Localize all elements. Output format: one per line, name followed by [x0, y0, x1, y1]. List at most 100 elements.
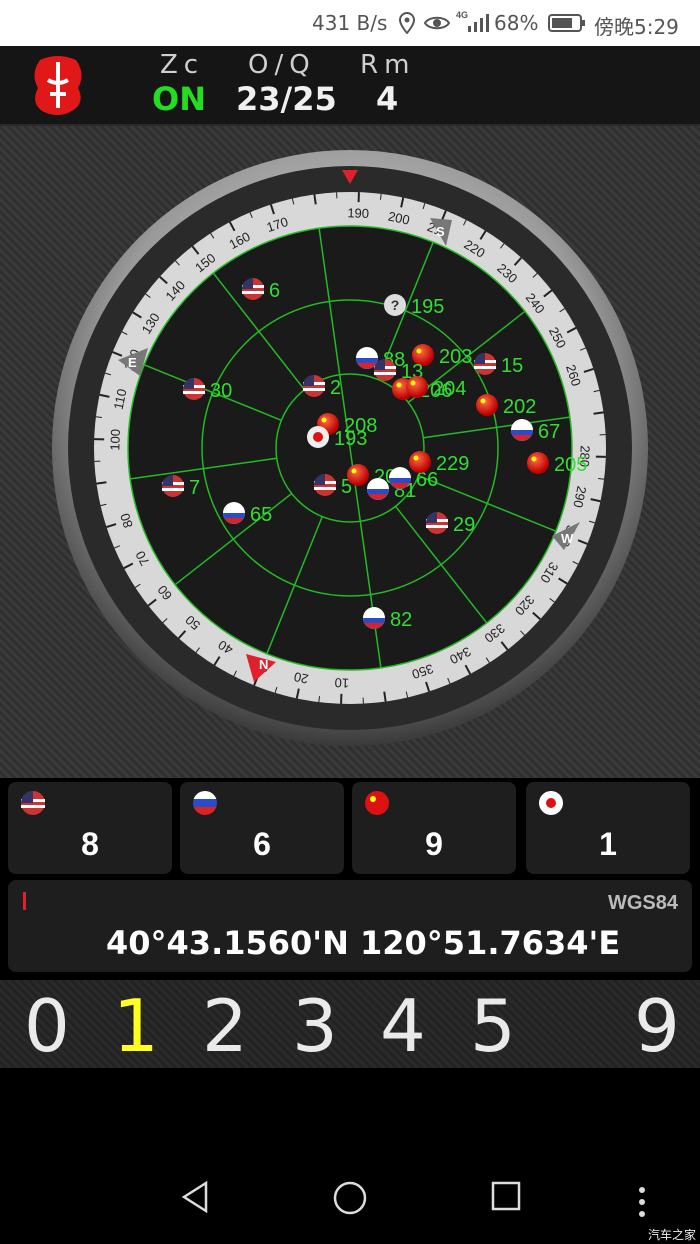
- satellite-label: 15: [501, 355, 523, 377]
- satellite-label: 202: [503, 396, 536, 418]
- rm-label: Rm: [360, 50, 416, 80]
- satellite-193[interactable]: 193: [307, 426, 367, 450]
- china-flag-icon: [527, 452, 549, 474]
- west-label: W: [561, 531, 574, 546]
- more-options-icon[interactable]: [636, 1186, 648, 1222]
- satellite-label: 67: [538, 421, 560, 443]
- location-icon: [398, 12, 416, 34]
- russia-flag-icon: [223, 502, 245, 524]
- rm-value: 4: [376, 80, 399, 118]
- russia-flag-icon: [193, 791, 217, 815]
- status-bar: 431 B/s 4G 68% 傍晚5:29: [0, 0, 700, 46]
- satellite-label: 29: [453, 514, 475, 536]
- russia-flag-icon: [367, 478, 389, 500]
- china-flag-icon: [476, 394, 498, 416]
- home-icon[interactable]: [332, 1180, 368, 1216]
- degree-label: 10: [334, 675, 349, 690]
- usa-flag-icon: [183, 378, 205, 400]
- usa-flag-icon: [303, 375, 325, 397]
- digit-bar: 0 1 2 3 4 5 9: [0, 980, 700, 1068]
- satellite-label: 30: [210, 380, 232, 402]
- satellite-label: 2: [330, 377, 341, 399]
- qzss-count: 1: [599, 826, 617, 862]
- glonass-count: 6: [253, 826, 271, 862]
- usa-flag-icon: [426, 512, 448, 534]
- russia-flag-icon: [389, 467, 411, 489]
- usa-flag-icon: [242, 278, 264, 300]
- degree-label: 20: [292, 669, 309, 687]
- russia-flag-icon: [356, 347, 378, 369]
- beidou-count-card[interactable]: 9: [352, 782, 516, 874]
- usa-flag-icon: [374, 359, 396, 381]
- satellite-label: 7: [189, 477, 200, 499]
- degree-label: 190: [347, 205, 369, 221]
- clock: 傍晚5:29: [594, 15, 679, 39]
- app-header: Zc ON O/Q 23/25 Rm 4: [0, 46, 700, 126]
- satellite-label: 82: [390, 609, 412, 631]
- china-flag-icon: [347, 464, 369, 486]
- digit-2: 2: [202, 984, 248, 1068]
- battery-percent: 68%: [494, 11, 539, 35]
- satellite-label: 6: [269, 280, 280, 302]
- degree-tick: [313, 194, 317, 205]
- recents-icon[interactable]: [490, 1180, 522, 1212]
- latitude: 40°43.1560'N: [106, 924, 349, 962]
- datum-label: WGS84: [607, 892, 678, 914]
- satellite-label: 195: [411, 296, 444, 318]
- satellite-label: 205: [554, 454, 587, 476]
- digit-0: 0: [24, 984, 70, 1068]
- satellite-label: 229: [436, 453, 469, 475]
- network-speed: 431 B/s: [312, 11, 388, 35]
- digit-1: 1: [113, 984, 159, 1068]
- app-logo-icon[interactable]: [30, 54, 86, 116]
- accuracy-indicator-icon: [23, 892, 26, 910]
- eye-icon: [424, 16, 450, 30]
- gps-count-card[interactable]: 8: [8, 782, 172, 874]
- china-flag-icon: [365, 791, 389, 815]
- usa-flag-icon: [162, 475, 184, 497]
- russia-flag-icon: [363, 607, 385, 629]
- zc-label: Zc: [160, 50, 205, 80]
- satellite-204[interactable]: 204: [406, 376, 466, 400]
- satellite-229[interactable]: 229: [409, 451, 469, 475]
- back-icon[interactable]: [178, 1180, 212, 1214]
- china-flag-icon: [409, 451, 431, 473]
- south-label: S: [436, 224, 445, 239]
- satellite-205[interactable]: 205: [527, 452, 587, 476]
- oq-value: 23/25: [236, 80, 337, 118]
- svg-text:?: ?: [391, 297, 400, 313]
- oq-label: O/Q: [248, 50, 316, 80]
- north-label: N: [259, 657, 268, 672]
- japan-flag-icon: [539, 791, 563, 815]
- system-nav-bar: 汽车之家: [0, 1150, 700, 1244]
- location-panel[interactable]: WGS84 40°43.1560'N 120°51.7634'E: [8, 880, 692, 972]
- glonass-count-card[interactable]: 6: [180, 782, 344, 874]
- satellite-label: 204: [433, 378, 466, 400]
- china-flag-icon: [406, 376, 428, 398]
- satellite-label: 65: [250, 504, 272, 526]
- satellite-label: 203: [439, 346, 472, 368]
- beidou-count: 9: [425, 826, 443, 862]
- signal-icon: [468, 14, 489, 32]
- sky-plot[interactable]: 1020304050607080100110120130140150160170…: [0, 126, 700, 778]
- digit-5: 5: [470, 984, 516, 1068]
- qzss-count-card[interactable]: 1: [526, 782, 690, 874]
- satellite-label: 193: [334, 428, 367, 450]
- longitude: 120°51.7634'E: [360, 924, 621, 962]
- degree-label: 100: [107, 429, 123, 451]
- usa-flag-icon: [474, 353, 496, 375]
- russia-flag-icon: [511, 419, 533, 441]
- digit-3: 3: [292, 984, 338, 1068]
- digit-9: 9: [634, 984, 680, 1068]
- usa-flag-icon: [21, 791, 45, 815]
- unknown-satellite-icon: ?: [384, 294, 406, 316]
- gps-count: 8: [81, 826, 99, 862]
- degree-tick: [593, 411, 604, 415]
- satellite-202[interactable]: 202: [476, 394, 536, 418]
- east-label: E: [128, 355, 137, 370]
- digit-4: 4: [380, 984, 426, 1068]
- degree-tick: [96, 481, 107, 485]
- degree-tick: [383, 691, 387, 702]
- satellite-195[interactable]: ? 195: [384, 294, 444, 318]
- watermark: 汽车之家: [648, 1228, 697, 1242]
